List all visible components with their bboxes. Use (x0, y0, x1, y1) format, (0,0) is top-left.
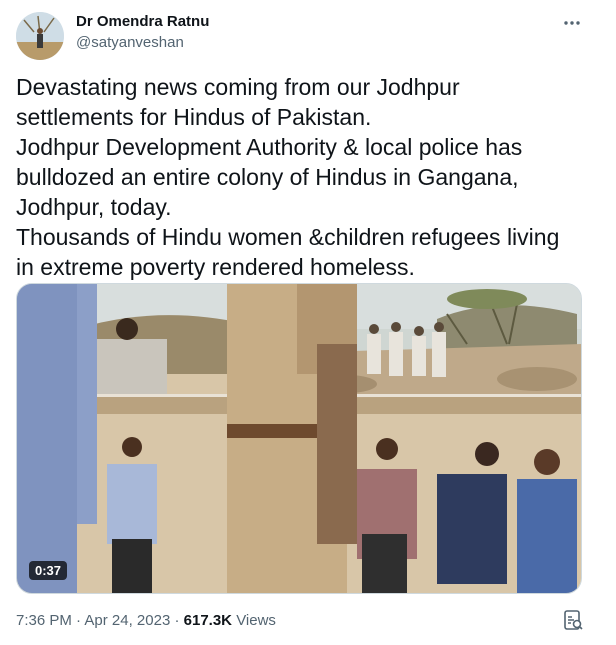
tweet-text-line: in extreme poverty rendered homeless. (16, 254, 415, 280)
tweet-text-line: bulldozed an entire colony of Hindus in … (16, 164, 519, 190)
avatar[interactable] (16, 12, 64, 60)
views-label: Views (236, 612, 276, 629)
analytics-icon (564, 610, 583, 630)
tweet-meta: 7:36 PM · Apr 24, 2023 · 617.3K Views (16, 612, 276, 629)
tweet-text-line: Thousands of Hindu women &children refug… (16, 224, 560, 250)
meta-separator: · (76, 612, 82, 629)
tweet-time[interactable]: 7:36 PM (16, 612, 72, 629)
more-options-button[interactable] (558, 12, 586, 34)
tweet-card: Dr Omendra Ratnu @satyanveshan Devastati… (0, 0, 616, 645)
tweet-text-line: Devastating news coming from our Jodhpur (16, 74, 460, 100)
video-thumbnail (17, 284, 581, 593)
author-handle[interactable]: @satyanveshan (76, 34, 184, 51)
more-horizontal-icon (564, 21, 580, 25)
tweet-text: Devastating news coming from our Jodhpur… (16, 72, 600, 282)
tweet-text-line: Jodhpur, today. (16, 194, 172, 220)
video-player[interactable]: 0:37 (16, 283, 582, 594)
tweet-text-line: Jodhpur Development Authority & local po… (16, 134, 523, 160)
video-duration: 0:37 (29, 561, 68, 580)
views-count: 617.3K (183, 612, 233, 629)
profile-photo-icon (16, 12, 64, 60)
tweet-text-line: settlements for Hindus of Pakistan. (16, 104, 372, 130)
author-name[interactable]: Dr Omendra Ratnu (76, 13, 209, 30)
analytics-button[interactable] (562, 609, 584, 631)
meta-separator: · (174, 612, 180, 629)
tweet-date[interactable]: Apr 24, 2023 (84, 612, 170, 629)
